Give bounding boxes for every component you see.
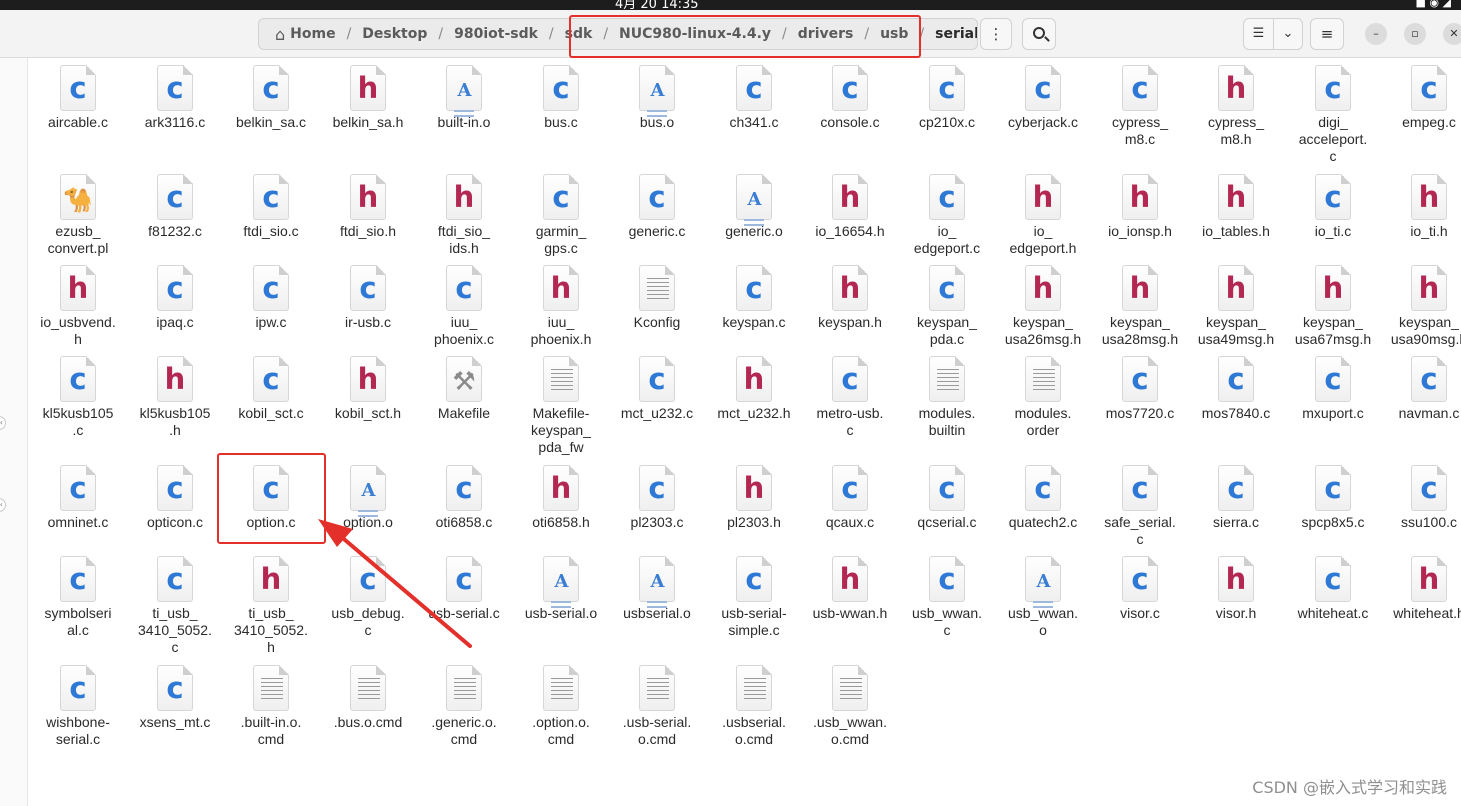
annotation-arrow: [318, 519, 472, 648]
watermark: CSDN @嵌入式学习和实践: [1252, 778, 1447, 797]
